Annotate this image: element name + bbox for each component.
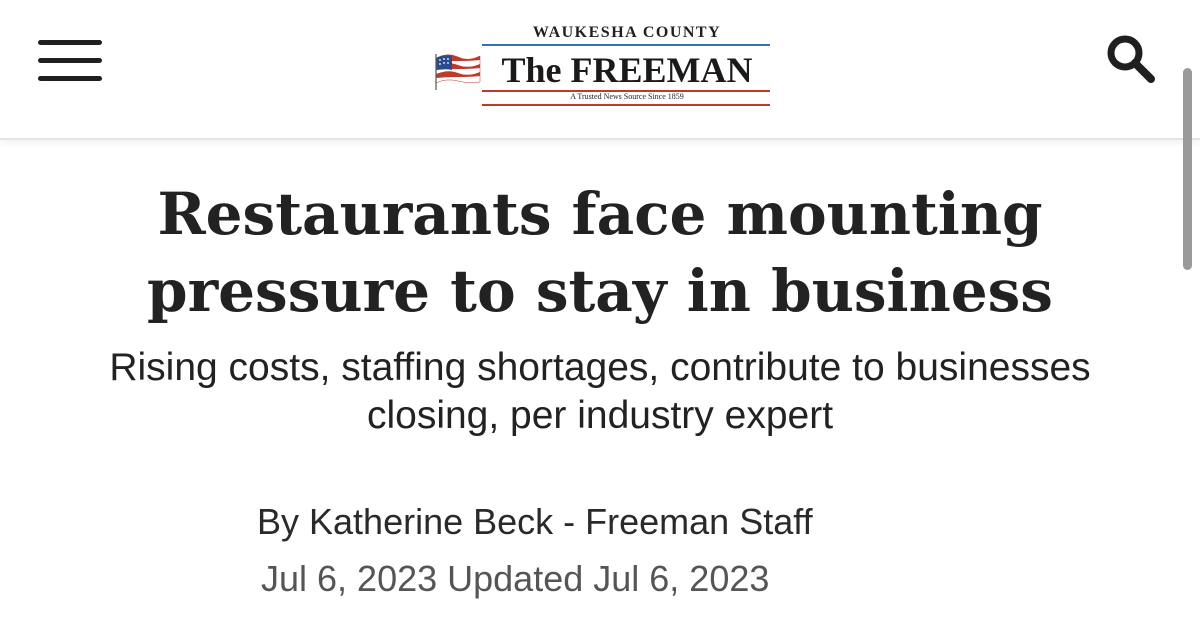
article-dateline: Jul 6, 2023 Updated Jul 6, 2023 bbox=[261, 558, 770, 599]
masthead-rule bbox=[482, 44, 770, 46]
site-header: WAUKESHA COUNTY The FREEMAN A Trusted Ne… bbox=[0, 0, 1200, 140]
search-button[interactable] bbox=[1100, 28, 1162, 90]
hamburger-menu-icon-bar bbox=[38, 76, 102, 81]
search-icon bbox=[1107, 35, 1155, 83]
article-headline: Restaurants face mounting pressure to st… bbox=[147, 180, 1053, 325]
masthead-county: WAUKESHA COUNTY bbox=[532, 24, 722, 41]
masthead-name: The FREEMAN bbox=[501, 50, 753, 90]
masthead-tagline: A Trusted News Source Since 1859 bbox=[570, 92, 684, 101]
hamburger-menu-icon-bar bbox=[38, 58, 102, 63]
article-subheadline: Rising costs, staffing shortages, contri… bbox=[109, 346, 1091, 437]
masthead-rule bbox=[482, 104, 770, 106]
page-scrollbar[interactable] bbox=[1183, 68, 1192, 270]
article-byline: By Katherine Beck - Freeman Staff bbox=[257, 501, 813, 542]
american-flag-icon bbox=[435, 54, 481, 90]
menu-button[interactable] bbox=[38, 40, 102, 82]
site-logo[interactable]: WAUKESHA COUNTY The FREEMAN A Trusted Ne… bbox=[430, 24, 775, 112]
hamburger-menu-icon bbox=[38, 40, 102, 45]
